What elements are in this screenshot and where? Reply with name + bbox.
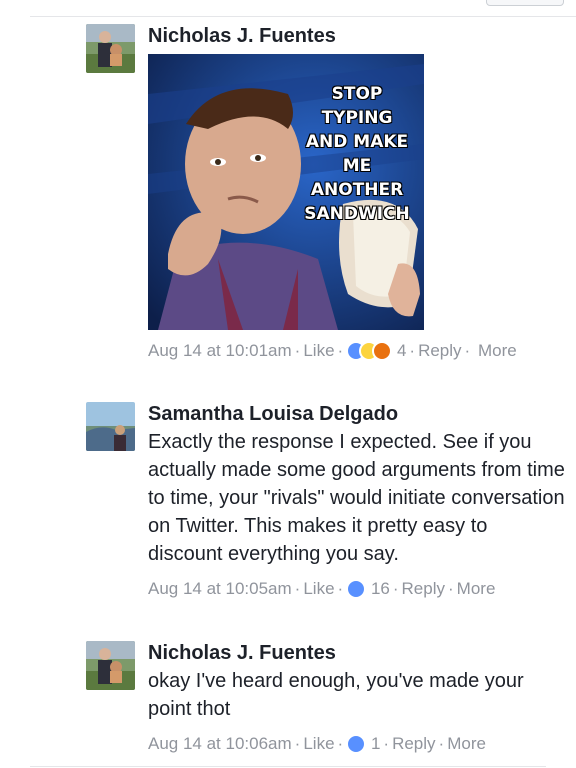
more-button[interactable]: More <box>447 734 486 753</box>
comment-meta: Aug 14 at 10:05am · Like · 16 · Reply · More <box>148 579 496 599</box>
meme-caption-line-1: STOP TYPING <box>321 84 393 128</box>
meme-image[interactable]: STOP TYPING AND MAKE ME ANOTHER SANDWICH <box>148 54 424 330</box>
reply-button[interactable]: Reply <box>402 579 445 598</box>
like-icon <box>346 734 367 754</box>
comment-meta: Aug 14 at 10:01am · Like · 4 · Reply · More <box>148 341 517 361</box>
reaction-count[interactable]: 1 <box>371 734 380 753</box>
reactions[interactable] <box>346 341 393 361</box>
more-button[interactable]: More <box>478 341 517 360</box>
like-icon <box>346 579 367 599</box>
comment-1: Nicholas J. Fuentes STOP TYPING AND MAKE… <box>86 24 566 394</box>
reaction-count[interactable]: 16 <box>371 579 390 598</box>
comment-author[interactable]: Samantha Louisa Delgado <box>148 402 566 426</box>
timestamp[interactable]: Aug 14 at 10:01am <box>148 341 292 360</box>
reply-button[interactable]: Reply <box>418 341 461 360</box>
angry-icon <box>372 341 393 361</box>
like-button[interactable]: Like <box>303 579 334 598</box>
avatar[interactable] <box>86 641 135 690</box>
timestamp[interactable]: Aug 14 at 10:06am <box>148 734 292 753</box>
reactions[interactable] <box>346 734 367 754</box>
timestamp[interactable]: Aug 14 at 10:05am <box>148 579 292 598</box>
reactions[interactable] <box>346 579 367 599</box>
meme-caption-line-2: AND MAKE <box>305 132 409 152</box>
reply-button[interactable]: Reply <box>392 734 435 753</box>
meme-caption-line-3: ME ANOTHER <box>310 156 404 200</box>
more-button[interactable]: More <box>457 579 496 598</box>
comment-meta: Aug 14 at 10:06am · Like · 1 · Reply · More <box>148 734 486 754</box>
reaction-count[interactable]: 4 <box>397 341 406 360</box>
avatar[interactable] <box>86 24 135 73</box>
comment-3: Nicholas J. Fuentes okay I've heard enou… <box>86 641 566 761</box>
avatar[interactable] <box>86 402 135 451</box>
comment-text: okay I've heard enough, you've made your… <box>148 670 524 720</box>
bottom-divider <box>30 766 546 767</box>
comment-author[interactable]: Nicholas J. Fuentes <box>148 641 566 665</box>
meme-caption-line-4: SANDWICH <box>304 204 410 224</box>
comment-2: Samantha Louisa Delgado Exactly the resp… <box>86 402 566 632</box>
comment-author[interactable]: Nicholas J. Fuentes <box>148 24 566 48</box>
top-divider <box>30 16 576 17</box>
comment-text: Exactly the response I expected. See if … <box>148 431 565 565</box>
top-button[interactable] <box>486 0 564 6</box>
like-button[interactable]: Like <box>303 734 334 753</box>
like-button[interactable]: Like <box>303 341 334 360</box>
